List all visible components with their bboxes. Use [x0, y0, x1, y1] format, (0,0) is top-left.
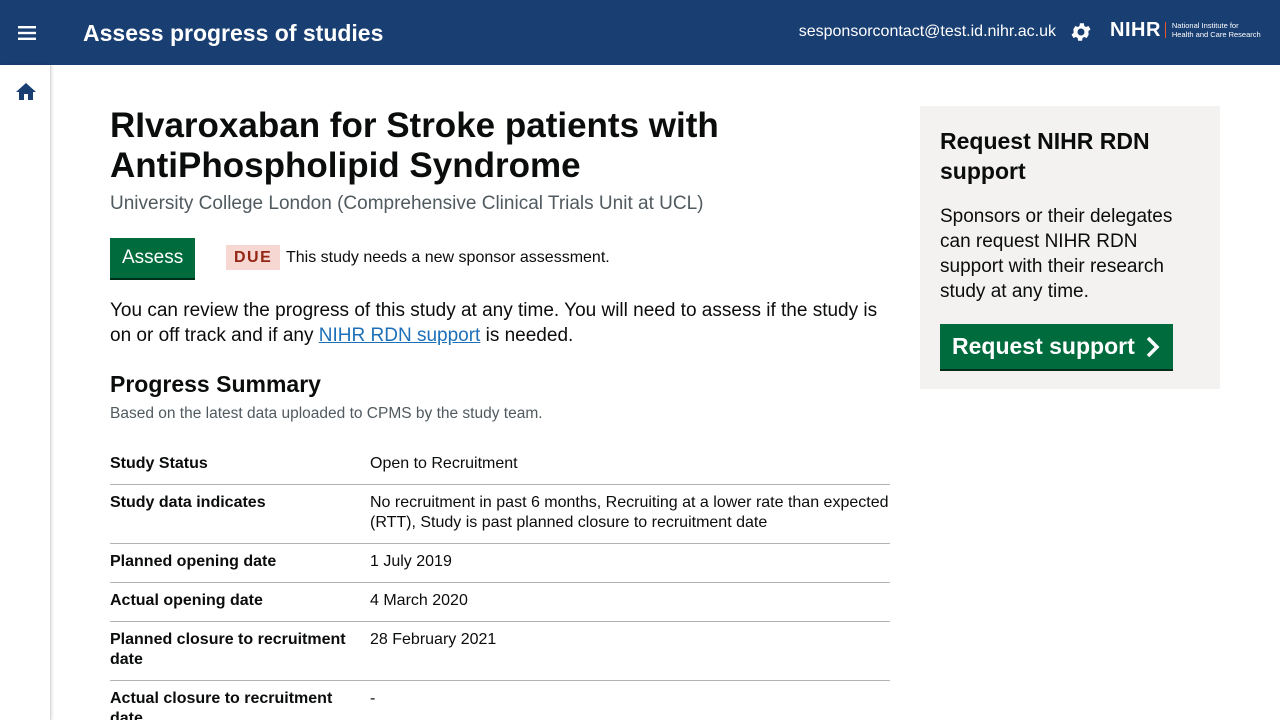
- logo-line-2: Health and Care Research: [1171, 30, 1261, 39]
- assess-row: Assess DUE This study needs a new sponso…: [110, 238, 890, 278]
- nihr-rdn-support-link[interactable]: NIHR RDN support: [319, 325, 481, 346]
- sponsor-organisation: University College London (Comprehensive…: [110, 193, 704, 214]
- logo-text: National Institute for Health and Care R…: [1172, 21, 1261, 39]
- summary-row: Planned closure to recruitment date 28 F…: [110, 622, 890, 681]
- home-icon[interactable]: [14, 80, 38, 104]
- intro-paragraph: You can review the progress of this stud…: [110, 298, 890, 348]
- request-support-button[interactable]: Request support: [940, 324, 1173, 369]
- progress-summary-title: Progress Summary: [110, 371, 321, 397]
- request-support-title: Request NIHR RDN support: [940, 128, 1150, 184]
- summary-row: Study data indicates No recruitment in p…: [110, 485, 890, 544]
- main-content: RIvaroxaban for Stroke patients with Ant…: [110, 106, 890, 720]
- summary-list: Study Status Open to Recruitment Study d…: [110, 446, 890, 720]
- assess-button[interactable]: Assess: [110, 238, 196, 278]
- chevron-right-icon: [1146, 336, 1160, 357]
- request-support-label: Request support: [952, 333, 1135, 359]
- nihr-logo[interactable]: NIHR National Institute for Health and C…: [1110, 18, 1270, 42]
- summary-key: Planned closure to recruitment date: [110, 631, 346, 668]
- summary-value: Open to Recruitment: [370, 455, 518, 472]
- summary-value: 1 July 2019: [370, 553, 452, 570]
- summary-row: Planned opening date 1 July 2019: [110, 544, 890, 583]
- summary-key: Planned opening date: [110, 553, 277, 570]
- logo-divider: [1164, 22, 1166, 38]
- summary-key: Actual opening date: [110, 592, 263, 609]
- top-header: Assess progress of studies sesponsorcont…: [0, 0, 1280, 65]
- summary-row: Study Status Open to Recruitment: [110, 446, 890, 485]
- summary-value: 28 February 2021: [370, 631, 497, 648]
- menu-icon[interactable]: [14, 20, 40, 46]
- request-support-panel: Request NIHR RDN support Sponsors or the…: [920, 106, 1220, 389]
- logo-line-1: National Institute for: [1171, 21, 1239, 30]
- app-title: Assess progress of studies: [83, 20, 384, 46]
- user-email: sesponsorcontact@test.id.nihr.ac.uk: [798, 23, 1056, 40]
- request-support-text: Sponsors or their delegates can request …: [940, 206, 1173, 302]
- summary-row: Actual opening date 4 March 2020: [110, 583, 890, 622]
- side-navigation: [0, 65, 51, 720]
- summary-row: Actual closure to recruitment date -: [110, 681, 890, 720]
- summary-key: Actual closure to recruitment date: [110, 690, 333, 720]
- summary-key: Study Status: [110, 455, 208, 472]
- due-message: This study needs a new sponsor assessmen…: [286, 249, 610, 266]
- summary-value: No recruitment in past 6 months, Recruit…: [370, 494, 889, 531]
- summary-key: Study data indicates: [110, 494, 266, 511]
- summary-value: -: [370, 690, 376, 707]
- progress-summary-subtitle: Based on the latest data uploaded to CPM…: [110, 405, 543, 422]
- intro-text-end: is needed.: [480, 325, 574, 346]
- logo-mark: NIHR: [1110, 18, 1161, 41]
- due-status-tag: DUE: [226, 245, 281, 270]
- study-title: RIvaroxaban for Stroke patients with Ant…: [110, 106, 719, 185]
- gear-icon[interactable]: [1069, 20, 1093, 44]
- summary-value: 4 March 2020: [370, 592, 468, 609]
